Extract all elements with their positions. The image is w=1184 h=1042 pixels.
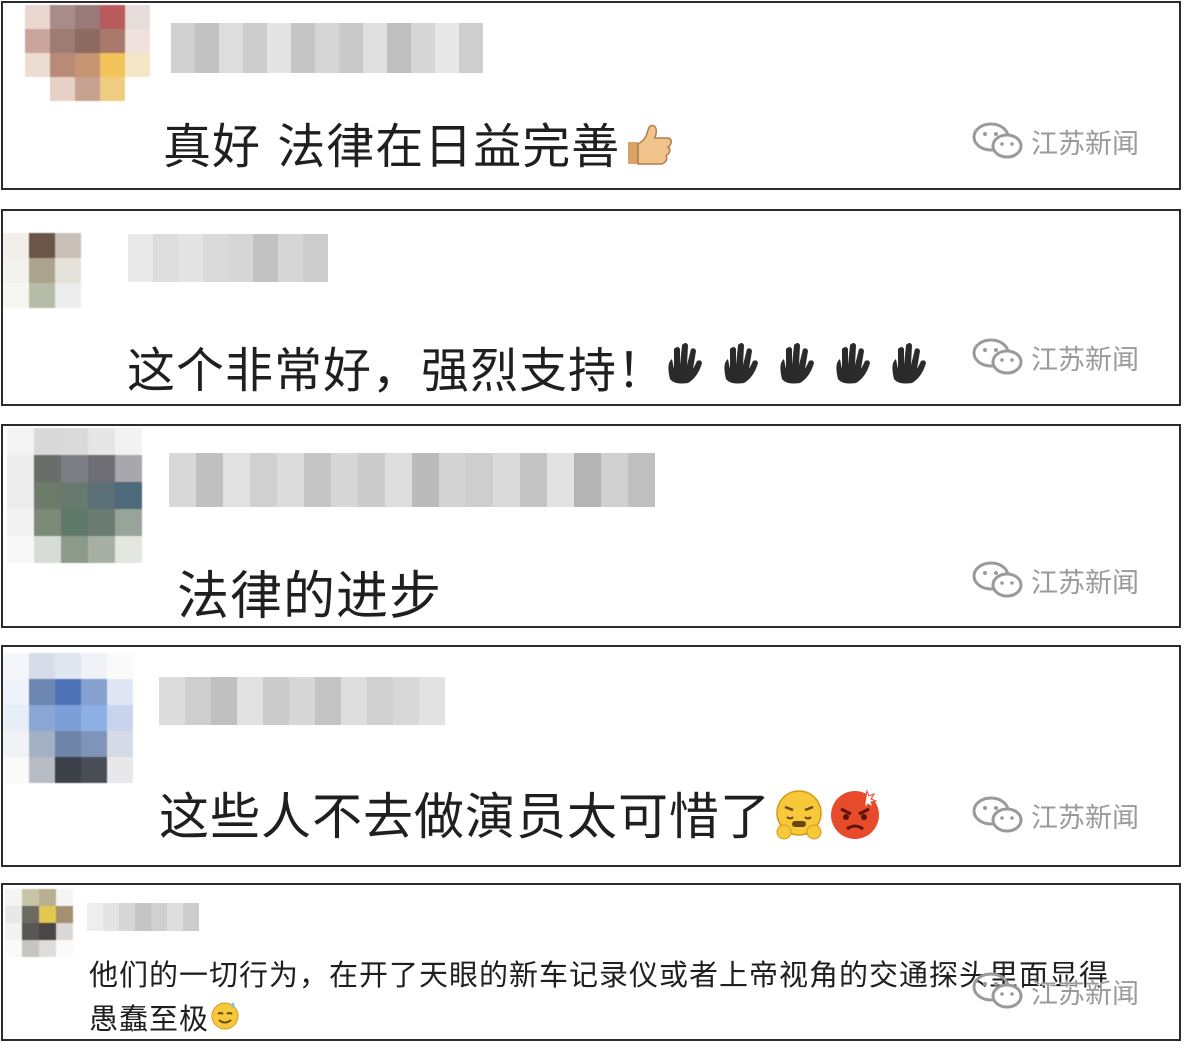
watermark: 江苏新闻 xyxy=(971,795,1139,835)
watermark: 江苏新闻 xyxy=(971,560,1139,600)
watermark-label: 江苏新闻 xyxy=(1031,344,1139,376)
comment-text: 这个非常好，强烈支持！ xyxy=(127,331,936,404)
comment-body: 真好 法律在日益完善 xyxy=(163,119,621,175)
avatar[interactable] xyxy=(3,653,133,783)
comment-text: 这些人不去做演员太可惜了 xyxy=(159,777,883,855)
comment-body-line: 他们的一切行为，在开了天眼的新车记录仪或者上帝视角的交通探头里面显得 xyxy=(89,958,1110,992)
sweat-smile-icon xyxy=(209,999,241,1039)
comment-text: 他们的一切行为，在开了天眼的新车记录仪或者上帝视角的交通探头里面显得 愚蠢至极 xyxy=(89,953,1110,1039)
watermark: 江苏新闻 xyxy=(971,971,1139,1011)
comment-card: 他们的一切行为，在开了天眼的新车记录仪或者上帝视角的交通探头里面显得 愚蠢至极 … xyxy=(1,883,1181,1041)
wechat-icon xyxy=(972,796,1023,833)
watermark-label: 江苏新闻 xyxy=(1031,802,1139,834)
avatar[interactable] xyxy=(25,5,150,101)
comment-card: 法律的进步 江苏新闻 xyxy=(1,424,1181,628)
comment-card: 这个非常好，强烈支持！ 江苏新闻 xyxy=(1,209,1181,406)
watermark-label: 江苏新闻 xyxy=(1031,567,1139,599)
username-blurred[interactable] xyxy=(171,23,483,73)
grimace-face-icon xyxy=(771,787,827,855)
comment-body: 法律的进步 xyxy=(177,567,443,627)
username-blurred[interactable] xyxy=(87,903,199,931)
comment-body: 这个非常好，强烈支持！ xyxy=(127,343,667,399)
username-blurred[interactable] xyxy=(159,677,445,725)
wechat-icon xyxy=(972,122,1023,159)
comment-text: 真好 法律在日益完善 xyxy=(163,107,673,182)
watermark: 江苏新闻 xyxy=(971,337,1139,377)
comment-card: 真好 法律在日益完善 江苏新闻 xyxy=(1,1,1181,190)
avatar[interactable] xyxy=(5,889,73,957)
comment-body-line-2: 愚蠢至极 xyxy=(89,997,1109,1039)
wechat-icon xyxy=(972,972,1023,1009)
wechat-icon xyxy=(972,561,1023,598)
comment-body-line-end: 愚蠢至极 xyxy=(89,1002,210,1036)
wechat-icon xyxy=(972,338,1023,375)
watermark-label: 江苏新闻 xyxy=(1031,128,1139,160)
watermark: 江苏新闻 xyxy=(971,121,1139,161)
avatar[interactable] xyxy=(3,233,81,308)
comment-body: 这些人不去做演员太可惜了 xyxy=(159,788,771,846)
thumbs-up-icon xyxy=(620,118,673,182)
username-blurred[interactable] xyxy=(128,234,328,282)
avatar[interactable] xyxy=(7,428,142,563)
comment-text: 法律的进步 xyxy=(177,554,443,627)
raised-hands-icon xyxy=(666,343,936,404)
angry-face-icon xyxy=(827,787,883,855)
username-blurred[interactable] xyxy=(169,453,655,507)
watermark-label: 江苏新闻 xyxy=(1031,978,1139,1010)
comment-card: 这些人不去做演员太可惜了 江苏新闻 xyxy=(1,645,1181,867)
